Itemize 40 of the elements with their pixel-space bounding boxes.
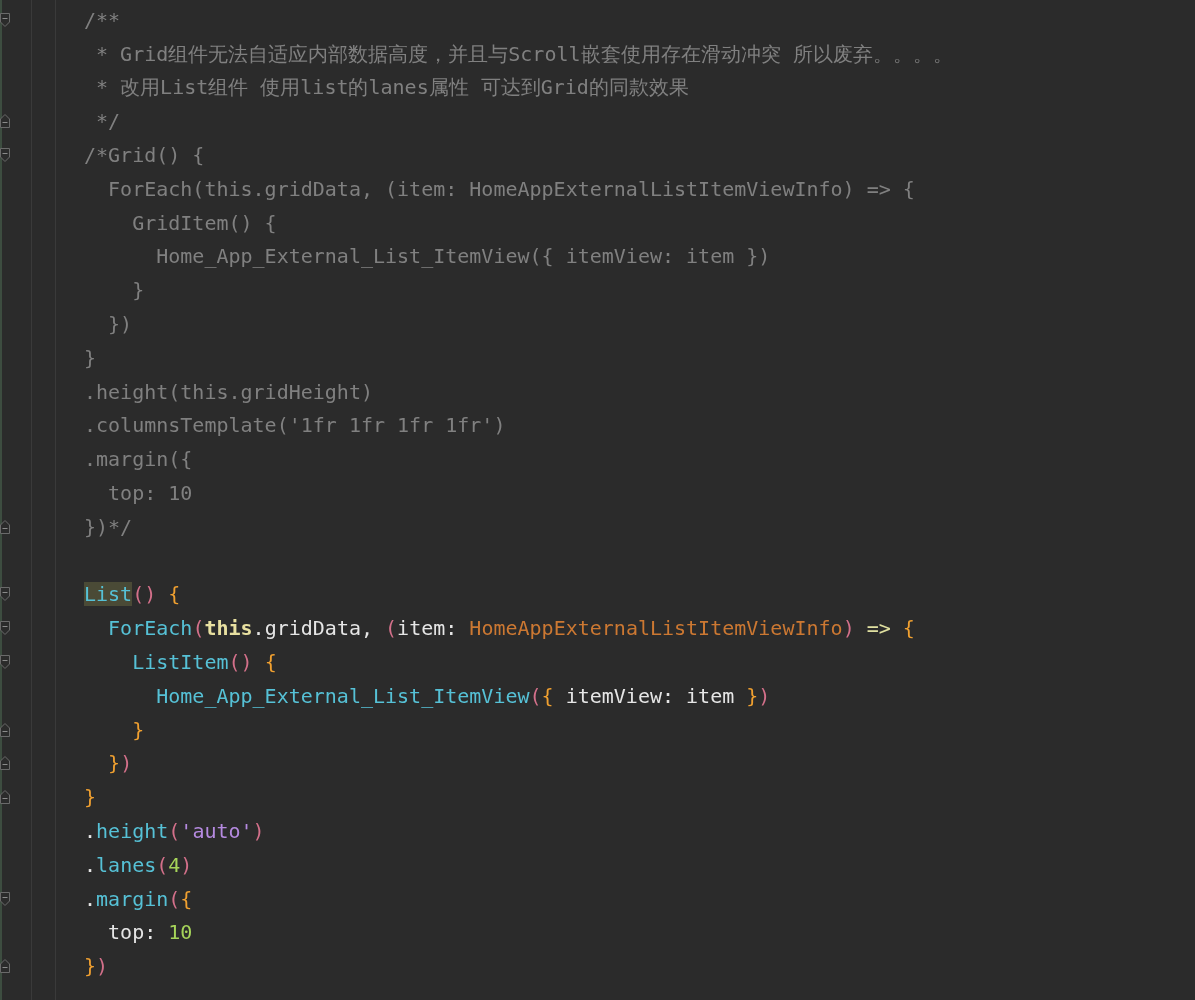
code-line: } — [131, 716, 145, 743]
code-line: } — [131, 277, 145, 304]
code-line: GridItem() { — [131, 209, 277, 236]
code-line: .lanes(4) — [84, 851, 193, 878]
code-line: Home_App_External_List_ItemView({ itemView: item }) — [155, 682, 771, 709]
fold-icon[interactable] — [0, 655, 10, 670]
code-line: } — [84, 784, 97, 811]
fold-icon[interactable] — [0, 891, 10, 906]
code-line: .columnsTemplate('1fr 1fr 1fr 1fr') — [84, 412, 506, 439]
fold-icon[interactable] — [0, 959, 10, 974]
code-line: /*Grid() { — [84, 142, 205, 169]
code-line: }) — [107, 311, 133, 338]
fold-icon[interactable] — [0, 148, 10, 163]
code-line: } — [84, 344, 97, 371]
code-line: */ — [95, 108, 121, 135]
code-line: Home_App_External_List_ItemView({ itemView: item }) — [155, 243, 771, 270]
fold-icon[interactable] — [0, 756, 10, 771]
code-line: * Grid组件无法自适应内部数据高度，并且与Scroll嵌套使用存在滑动冲突 所以废弃。。。。 — [95, 40, 953, 67]
code-line: /** — [84, 6, 121, 33]
code-line: top: 10 — [107, 480, 193, 507]
fold-icon[interactable] — [0, 621, 10, 636]
fold-icon[interactable] — [0, 587, 10, 602]
code-line: ListItem() { — [131, 649, 277, 676]
code-line: top: 10 — [107, 919, 193, 946]
code-line: ForEach(this.gridData, (item: HomeAppExternalListItemViewInfo) => { — [107, 615, 915, 642]
code-line: })*/ — [84, 513, 133, 540]
code-line: ForEach(this.gridData, (item: HomeAppExternalListItemViewInfo) => { — [107, 175, 915, 202]
code-line: }) — [107, 750, 133, 777]
fold-icon[interactable] — [0, 790, 10, 805]
code-line: .height(this.gridHeight) — [84, 378, 373, 405]
code-line: .margin({ — [84, 446, 193, 473]
code-line: .margin({ — [84, 885, 193, 912]
code-line: .height('auto') — [84, 818, 265, 844]
code-line: }) — [84, 953, 109, 980]
fold-icon[interactable] — [0, 722, 10, 737]
fold-icon[interactable] — [0, 114, 10, 129]
code-line: List() { — [84, 581, 181, 608]
fold-icon[interactable] — [0, 519, 10, 534]
fold-icon[interactable] — [0, 12, 10, 27]
code-line: * 改用List组件 使用list的lanes属性 可达到Grid的同款效果 — [95, 74, 689, 101]
